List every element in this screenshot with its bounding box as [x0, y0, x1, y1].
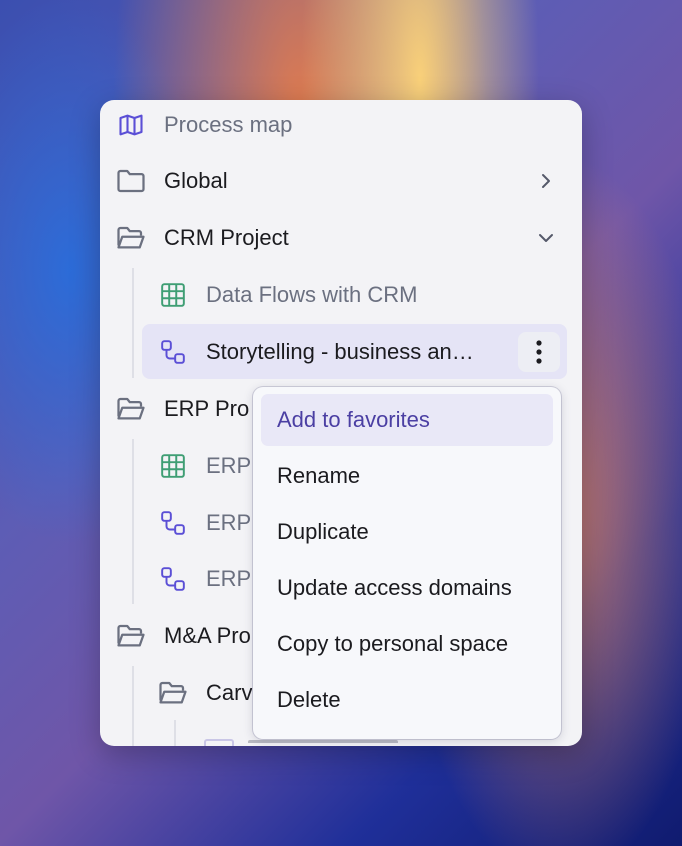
menu-item-label: Rename	[277, 463, 361, 488]
folder-open-icon	[116, 223, 146, 253]
sidebar-item-process-map[interactable]: Process map	[116, 100, 292, 150]
chevron-right-icon[interactable]	[536, 171, 556, 191]
kebab-icon	[536, 340, 542, 364]
more-options-button[interactable]	[518, 332, 560, 372]
tree-guide-line	[174, 720, 176, 746]
sidebar-item-storytelling[interactable]: Storytelling - business an…	[158, 327, 474, 377]
sidebar-item-label: CRM Project	[164, 225, 289, 250]
tree-guide-line	[132, 666, 134, 746]
sidebar-item-ma-project[interactable]: M&A Pro	[116, 611, 251, 661]
sidebar-item-erp-table[interactable]: ERP	[158, 441, 251, 491]
menu-item-update-access-domains[interactable]: Update access domains	[261, 562, 553, 614]
sidebar-item-label: ERP	[206, 510, 252, 535]
process-flow-icon	[158, 337, 188, 367]
process-flow-icon	[158, 508, 188, 538]
folder-open-icon	[116, 394, 146, 424]
sidebar-item-carv[interactable]: Carv	[158, 668, 252, 718]
process-flow-icon	[158, 564, 188, 594]
menu-item-label: Update access domains	[277, 575, 512, 600]
menu-item-label: Copy to personal space	[277, 631, 509, 656]
menu-item-delete[interactable]: Delete	[261, 674, 553, 726]
menu-item-label: Delete	[277, 687, 341, 712]
map-icon	[116, 110, 146, 140]
menu-item-label: Add to favorites	[277, 407, 430, 432]
folder-open-icon	[116, 621, 146, 651]
sidebar-item-label: ERP	[206, 566, 252, 591]
sidebar-item-label: M&A Pro	[164, 623, 251, 648]
menu-item-copy-to-personal-space[interactable]: Copy to personal space	[261, 618, 553, 670]
sidebar-item-label: ERP Pro	[164, 396, 250, 421]
menu-item-rename[interactable]: Rename	[261, 450, 553, 502]
sidebar-item-label: Carv	[206, 680, 253, 705]
menu-item-duplicate[interactable]: Duplicate	[261, 506, 553, 558]
chevron-down-icon[interactable]	[536, 228, 556, 248]
table-icon	[158, 451, 188, 481]
sidebar-item-label: Storytelling - business an…	[206, 339, 474, 364]
sidebar-item-erp-project[interactable]: ERP Pro	[116, 384, 249, 434]
partial-item-icon	[204, 739, 234, 746]
menu-item-label: Duplicate	[277, 519, 369, 544]
partial-item-text	[248, 740, 398, 746]
sidebar-item-label: Process map	[164, 112, 293, 137]
table-icon	[158, 280, 188, 310]
sidebar-item-erp-flow[interactable]: ERP	[158, 498, 251, 548]
menu-item-add-to-favorites[interactable]: Add to favorites	[261, 394, 553, 446]
folder-icon	[116, 166, 146, 196]
sidebar-item-erp-flow[interactable]: ERP	[158, 554, 251, 604]
sidebar-item-label: Data Flows with CRM	[206, 282, 418, 307]
sidebar-item-global[interactable]: Global	[116, 156, 228, 206]
tree-guide-line	[132, 268, 134, 378]
folder-open-icon	[158, 678, 188, 708]
sidebar-item-label: Global	[164, 168, 228, 193]
context-menu: Add to favorites Rename Duplicate Update…	[253, 387, 561, 739]
sidebar-item-data-flows[interactable]: Data Flows with CRM	[158, 270, 417, 320]
tree-guide-line	[132, 439, 134, 604]
sidebar-item-crm-project[interactable]: CRM Project	[116, 213, 289, 263]
sidebar-item-label: ERP	[206, 453, 252, 478]
